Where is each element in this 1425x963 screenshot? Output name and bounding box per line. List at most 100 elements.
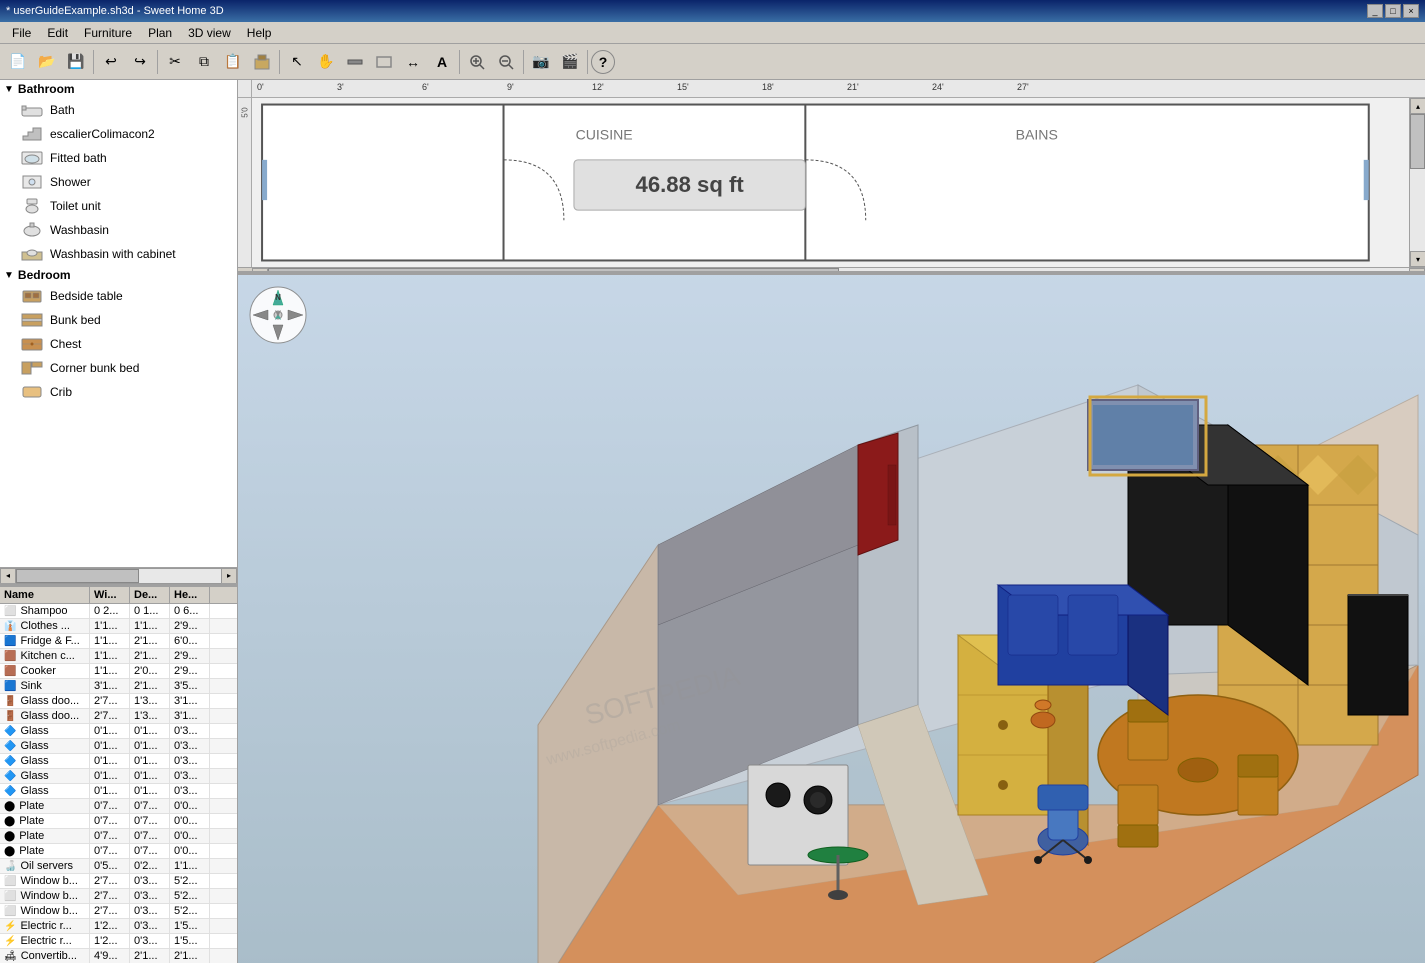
select-button[interactable]: ↖ (283, 48, 311, 76)
table-row[interactable]: 🟫 Cooker 1'1... 2'0... 2'9... (0, 664, 237, 679)
table-row[interactable]: 🟦 Sink 3'1... 2'1... 3'5... (0, 679, 237, 694)
col-name[interactable]: Name (0, 587, 90, 603)
item-washbasin[interactable]: Washbasin (0, 218, 237, 242)
save-button[interactable]: 💾 (62, 48, 90, 76)
create-walls-button[interactable] (341, 48, 369, 76)
3d-view[interactable]: N (238, 275, 1425, 963)
plan-view[interactable]: 0' 3' 6' 9' 12' 15' 18' 21' 24' 27' 5'0 (238, 80, 1425, 275)
table-row[interactable]: 🛋 Convertib... 4'9... 2'1... 2'1... (0, 949, 237, 963)
zoom-in-button[interactable] (463, 48, 491, 76)
menu-furniture[interactable]: Furniture (76, 24, 140, 42)
item-washbasin-cabinet[interactable]: Washbasin with cabinet (0, 242, 237, 266)
ruler-3: 3' (337, 82, 344, 92)
plan-scroll-down[interactable]: ▾ (1410, 251, 1425, 267)
item-escalier[interactable]: escalierColimacon2 (0, 122, 237, 146)
item-corner-bunk[interactable]: Corner bunk bed (0, 356, 237, 380)
left-h-scrollbar[interactable]: ◂ ▸ (0, 567, 237, 583)
col-depth[interactable]: De... (130, 587, 170, 603)
scroll-thumb[interactable] (16, 569, 139, 583)
table-row[interactable]: ⚡ Electric r... 1'2... 0'3... 1'5... (0, 934, 237, 949)
undo-button[interactable]: ↩ (97, 48, 125, 76)
table-row[interactable]: ⬤ Plate 0'7... 0'7... 0'0... (0, 844, 237, 859)
create-rooms-button[interactable] (370, 48, 398, 76)
plan-h-scroll-left[interactable]: ◂ (252, 268, 268, 276)
table-row[interactable]: ⚡ Electric r... 1'2... 0'3... 1'5... (0, 919, 237, 934)
col-height[interactable]: He... (170, 587, 210, 603)
create-text-button[interactable]: A (428, 48, 456, 76)
table-row[interactable]: ⬤ Plate 0'7... 0'7... 0'0... (0, 814, 237, 829)
table-row[interactable]: 🚪 Glass doo... 2'7... 1'3... 3'1... (0, 709, 237, 724)
plan-scroll-track[interactable] (1410, 114, 1425, 251)
copy-button[interactable]: ⧉ (190, 48, 218, 76)
table-row[interactable]: 🔷 Glass 0'1... 0'1... 0'3... (0, 754, 237, 769)
menu-plan[interactable]: Plan (140, 24, 180, 42)
close-button[interactable]: × (1403, 4, 1419, 18)
table-row[interactable]: 🟦 Fridge & F... 1'1... 2'1... 6'0... (0, 634, 237, 649)
plan-h-track[interactable] (268, 268, 1409, 276)
item-bedside[interactable]: Bedside table (0, 284, 237, 308)
help-button[interactable]: ? (591, 50, 615, 74)
category-bathroom[interactable]: ▼ Bathroom (0, 80, 237, 98)
compass[interactable]: N (248, 285, 308, 345)
cut-button[interactable]: ✂ (161, 48, 189, 76)
plan-h-scrollbar[interactable]: ◂ ▸ (238, 267, 1425, 275)
menu-3dview[interactable]: 3D view (180, 24, 239, 42)
menu-file[interactable]: File (4, 24, 39, 42)
item-chest-label: Chest (50, 337, 81, 351)
open-button[interactable]: 📂 (33, 48, 61, 76)
redo-button[interactable]: ↪ (126, 48, 154, 76)
paste-button[interactable]: 📋 (219, 48, 247, 76)
plan-h-thumb[interactable] (268, 268, 839, 276)
table-row[interactable]: ⬜ Window b... 2'7... 0'3... 5'2... (0, 904, 237, 919)
maximize-button[interactable]: □ (1385, 4, 1401, 18)
menu-edit[interactable]: Edit (39, 24, 76, 42)
photo-button[interactable]: 📷 (527, 48, 555, 76)
table-row[interactable]: 👔 Clothes ... 1'1... 1'1... 2'9... (0, 619, 237, 634)
item-crib[interactable]: Crib (0, 380, 237, 404)
plan-v-scrollbar[interactable]: ▴ ▾ (1409, 98, 1425, 267)
table-body[interactable]: ⬜ Shampoo 0 2... 0 1... 0 6... 👔 Clothes… (0, 604, 237, 963)
item-bath[interactable]: Bath (0, 98, 237, 122)
video-button[interactable]: 🎬 (556, 48, 584, 76)
create-dimensions-button[interactable]: ↔ (399, 48, 427, 76)
plan-h-scroll-right[interactable]: ▸ (1409, 268, 1425, 276)
table-row[interactable]: 🔷 Glass 0'1... 0'1... 0'3... (0, 784, 237, 799)
plan-canvas[interactable]: CUISINE BAINS 46.88 sq ft (252, 98, 1409, 267)
plan-scroll-thumb[interactable] (1410, 114, 1425, 169)
table-row[interactable]: ⬤ Plate 0'7... 0'7... 0'0... (0, 829, 237, 844)
chest-icon (20, 334, 44, 354)
menu-help[interactable]: Help (239, 24, 280, 42)
toolbar: 📄 📂 💾 ↩ ↪ ✂ ⧉ 📋 ↖ ✋ ↔ A 📷 🎬 ? (0, 44, 1425, 80)
table-row[interactable]: 🍶 Oil servers 0'5... 0'2... 1'1... (0, 859, 237, 874)
item-chest[interactable]: Chest (0, 332, 237, 356)
item-washbasin-label: Washbasin (50, 223, 109, 237)
furniture-list[interactable]: ▼ Bathroom Bath escalierColimacon2 F (0, 80, 237, 567)
minimize-button[interactable]: _ (1367, 4, 1383, 18)
pan-button[interactable]: ✋ (312, 48, 340, 76)
col-width[interactable]: Wi... (90, 587, 130, 603)
item-fitted-bath[interactable]: Fitted bath (0, 146, 237, 170)
table-row[interactable]: 🔷 Glass 0'1... 0'1... 0'3... (0, 769, 237, 784)
table-row[interactable]: 🚪 Glass doo... 2'7... 1'3... 3'1... (0, 694, 237, 709)
titlebar-controls[interactable]: _ □ × (1367, 4, 1419, 18)
table-row[interactable]: ⬤ Plate 0'7... 0'7... 0'0... (0, 799, 237, 814)
ruler-21: 21' (847, 82, 859, 92)
table-row[interactable]: ⬜ Shampoo 0 2... 0 1... 0 6... (0, 604, 237, 619)
item-shower[interactable]: Shower (0, 170, 237, 194)
add-furniture-button[interactable] (248, 48, 276, 76)
table-row[interactable]: 🟫 Kitchen c... 1'1... 2'1... 2'9... (0, 649, 237, 664)
new-button[interactable]: 📄 (4, 48, 32, 76)
category-bedroom[interactable]: ▼ Bedroom (0, 266, 237, 284)
table-row[interactable]: 🔷 Glass 0'1... 0'1... 0'3... (0, 724, 237, 739)
table-row[interactable]: 🔷 Glass 0'1... 0'1... 0'3... (0, 739, 237, 754)
scroll-left-btn[interactable]: ◂ (0, 568, 16, 584)
item-toilet[interactable]: Toilet unit (0, 194, 237, 218)
svg-text:46.88 sq ft: 46.88 sq ft (636, 172, 745, 197)
scroll-track[interactable] (16, 568, 221, 584)
table-row[interactable]: ⬜ Window b... 2'7... 0'3... 5'2... (0, 889, 237, 904)
plan-scroll-up[interactable]: ▴ (1410, 98, 1425, 114)
scroll-right-btn[interactable]: ▸ (221, 568, 237, 584)
table-row[interactable]: ⬜ Window b... 2'7... 0'3... 5'2... (0, 874, 237, 889)
item-bunk[interactable]: Bunk bed (0, 308, 237, 332)
zoom-out-button[interactable] (492, 48, 520, 76)
